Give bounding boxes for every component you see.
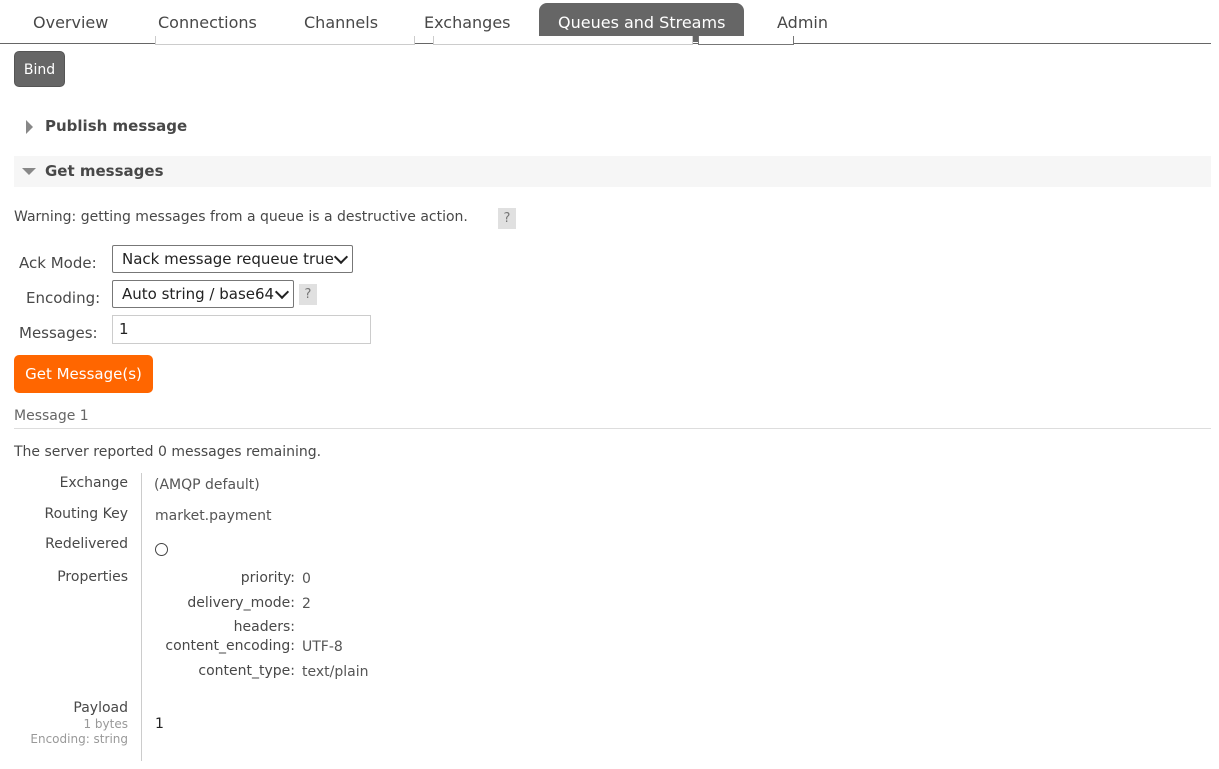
ack-mode-label: Ack Mode:: [19, 254, 97, 272]
messages-label: Messages:: [19, 324, 98, 342]
get-messages-button[interactable]: Get Message(s): [14, 355, 153, 393]
chevron-down-icon: [333, 249, 349, 265]
redelivered-label: Redelivered: [45, 536, 128, 552]
collapse-triangle-icon: [22, 168, 36, 175]
redelivered-indicator: [155, 543, 168, 556]
rabbitmq-queue-page: Overview Connections Channels Exchanges …: [0, 0, 1219, 769]
payload-encoding: Encoding: string: [30, 732, 128, 746]
routing-key-value: market.payment: [155, 508, 272, 524]
encoding-value: Auto string / base64: [122, 285, 275, 303]
messages-remaining: The server reported 0 messages remaining…: [14, 444, 322, 460]
binding-source-input[interactable]: [155, 36, 415, 45]
expand-triangle-icon: [26, 120, 33, 134]
chevron-down-icon: [274, 284, 290, 300]
routing-key-label: Routing Key: [44, 506, 128, 522]
ack-mode-value: Nack message requeue true: [122, 250, 334, 268]
divider: [14, 428, 1211, 429]
properties-label: Properties: [57, 569, 128, 585]
property-key: priority:: [240, 570, 295, 586]
binding-routing-key-input[interactable]: [433, 36, 693, 45]
bind-button[interactable]: Bind: [14, 51, 65, 87]
property-key: headers:: [233, 619, 295, 635]
publish-message-section-toggle[interactable]: Publish message: [14, 111, 1211, 142]
publish-message-title: Publish message: [45, 117, 188, 135]
destructive-warning: Warning: getting messages from a queue i…: [14, 209, 468, 225]
get-messages-title: Get messages: [45, 162, 164, 180]
property-value: 0: [302, 571, 311, 587]
property-key: content_type:: [198, 663, 295, 679]
payload-value: 1: [155, 716, 164, 732]
payload-label: Payload: [73, 700, 128, 716]
property-key: delivery_mode:: [187, 595, 295, 611]
encoding-label: Encoding:: [26, 289, 101, 307]
payload-size: 1 bytes: [83, 717, 128, 731]
ack-mode-select[interactable]: Nack message requeue true: [112, 245, 353, 273]
property-value: UTF-8: [302, 639, 343, 655]
encoding-select[interactable]: Auto string / base64: [112, 280, 294, 308]
exchange-label: Exchange: [59, 475, 128, 491]
message-table-divider: [141, 473, 142, 761]
tab-overview[interactable]: Overview: [14, 3, 127, 42]
property-value: text/plain: [302, 664, 369, 680]
warning-help-icon[interactable]: ?: [498, 208, 516, 229]
property-key: content_encoding:: [165, 638, 295, 654]
messages-count-input[interactable]: 1: [112, 315, 371, 344]
binding-extra-select[interactable]: [698, 36, 794, 45]
get-messages-section-toggle[interactable]: Get messages: [14, 156, 1211, 187]
property-value: 2: [302, 596, 311, 612]
exchange-value: (AMQP default): [154, 477, 260, 493]
message-heading: Message 1: [14, 408, 89, 424]
encoding-help-icon[interactable]: ?: [299, 284, 317, 305]
